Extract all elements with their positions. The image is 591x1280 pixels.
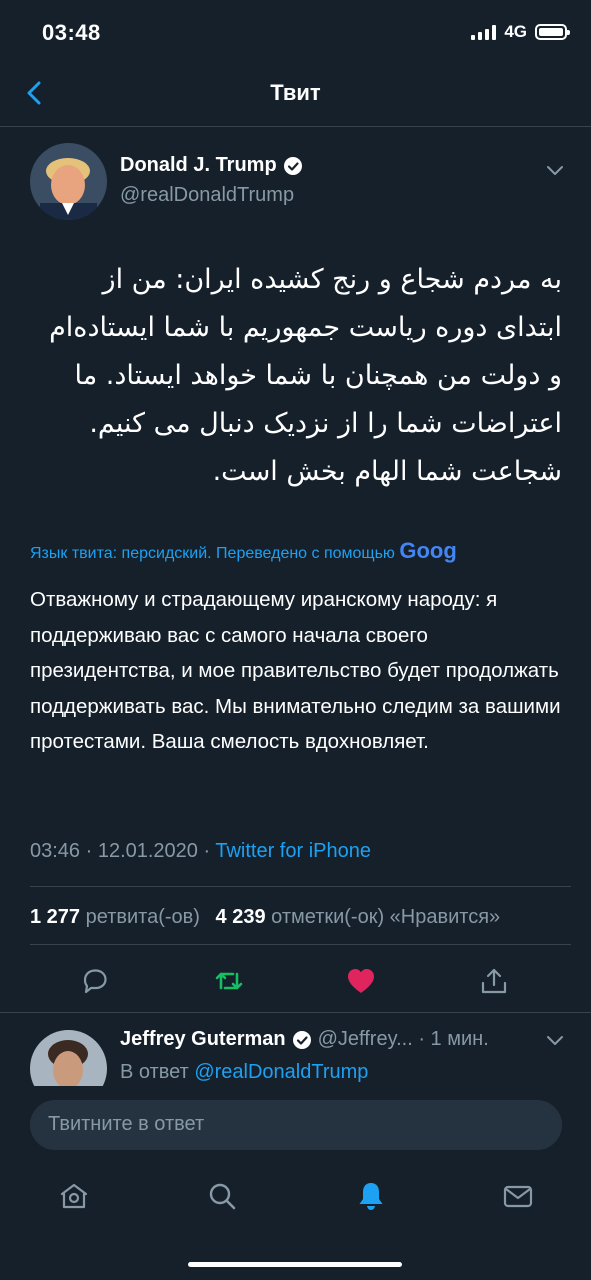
home-indicator	[188, 1262, 402, 1267]
translation-note-text: Язык твита: персидский. Переведено с пом…	[30, 545, 395, 562]
chevron-down-icon[interactable]	[545, 1030, 565, 1050]
author-avatar[interactable]	[30, 143, 107, 220]
search-icon[interactable]	[206, 1180, 238, 1212]
battery-icon	[535, 24, 570, 40]
verified-icon	[283, 156, 302, 175]
nav-header: Твит	[0, 60, 591, 127]
page-title: Твит	[270, 80, 321, 105]
tweet-meta: 03:46 · 12.01.2020 · Twitter for iPhone	[30, 840, 371, 863]
translation-note[interactable]: Язык твита: персидский. Переведено с пом…	[30, 538, 566, 564]
signal-icon	[471, 24, 497, 40]
verified-icon	[292, 1030, 311, 1049]
status-time: 03:48	[42, 20, 101, 45]
share-icon[interactable]	[478, 965, 510, 997]
reply-prefix: В ответ	[120, 1061, 195, 1083]
reply-header[interactable]: Jeffrey Guterman @Jeffrey... · 1 мин.	[120, 1028, 489, 1051]
retweets-label: ретвита(-ов)	[85, 906, 200, 928]
tweet-source[interactable]: Twitter for iPhone	[215, 840, 371, 862]
reply-target-link[interactable]: @realDonaldTrump	[194, 1061, 368, 1083]
reply-author-handle: @Jeffrey... · 1 мин.	[317, 1028, 489, 1050]
divider	[30, 944, 571, 945]
tweet-text-original: به مردم شجاع و رنج کشیده ایران: من از اب…	[49, 264, 562, 487]
chevron-down-icon[interactable]	[545, 160, 565, 180]
author-handle[interactable]: @realDonaldTrump	[120, 184, 294, 207]
retweet-icon[interactable]	[213, 965, 245, 997]
divider	[30, 886, 571, 887]
reply-to: В ответ @realDonaldTrump	[120, 1061, 368, 1084]
tweet-stats[interactable]: 1 277 ретвита(-ов) 4 239 отметки(-ок) «Н…	[30, 906, 500, 929]
author-name-label: Donald J. Trump	[120, 154, 277, 176]
reply-icon[interactable]	[79, 965, 111, 997]
like-icon[interactable]	[345, 965, 377, 997]
translation-provider: Goog	[399, 538, 457, 563]
status-indicators: 4G	[471, 22, 570, 42]
home-icon[interactable]	[58, 1180, 90, 1212]
tweet-text-translated: Отважному и страдающему иранскому народу…	[30, 588, 561, 753]
author-name[interactable]: Donald J. Trump	[120, 154, 303, 177]
likes-label: отметки(-ок) «Нравится»	[271, 906, 501, 928]
network-label: 4G	[504, 22, 527, 41]
notifications-icon[interactable]	[355, 1180, 387, 1212]
retweets-count: 1 277	[30, 906, 81, 928]
messages-icon[interactable]	[502, 1180, 534, 1212]
reply-compose-placeholder: Твитните в ответ	[48, 1113, 205, 1135]
divider	[0, 1012, 591, 1013]
likes-count: 4 239	[215, 906, 266, 928]
reply-author-name: Jeffrey Guterman	[120, 1028, 286, 1050]
tweet-timestamp: 03:46 · 12.01.2020 ·	[30, 840, 216, 862]
